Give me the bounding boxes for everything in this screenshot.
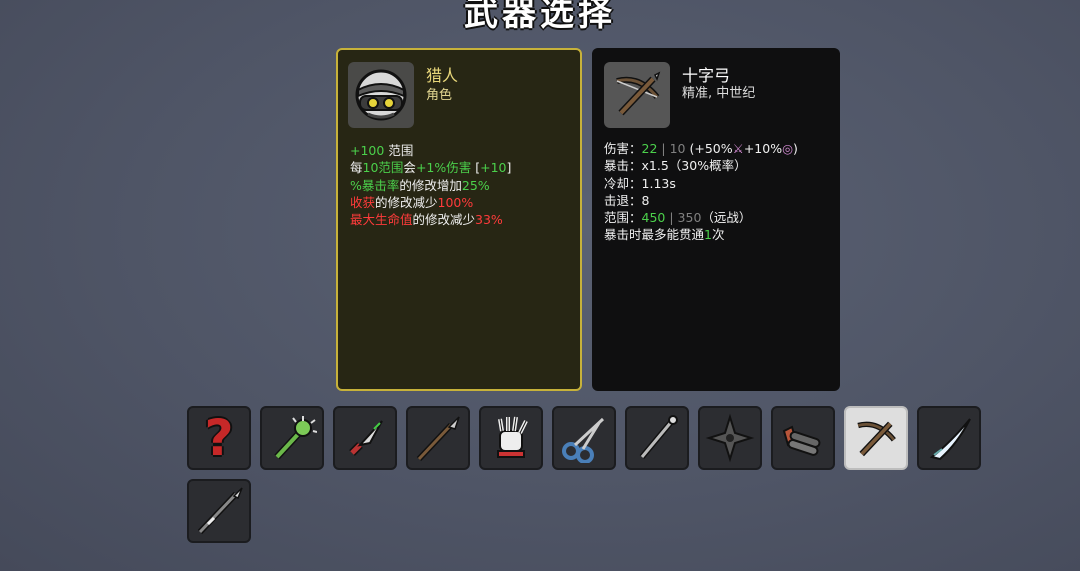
sniper-spear-icon bbox=[197, 487, 243, 535]
double-barrel-icon bbox=[782, 425, 821, 456]
weapon-slot-crossbow[interactable] bbox=[844, 406, 908, 470]
crossbow-icon bbox=[857, 421, 896, 457]
stat-keyword: 最大生命值 bbox=[350, 212, 413, 228]
stat-value: 25% bbox=[461, 177, 490, 193]
stat-keyword: 收获 bbox=[350, 194, 376, 210]
character-panel: 猎人 角色 +100 范围 每10范围会+1%伤害 [+10] %暴击率的修改增… bbox=[336, 48, 582, 391]
stat-text: 每 bbox=[350, 160, 363, 176]
weapon-slot-shuriken[interactable] bbox=[698, 406, 762, 470]
stat-line: 收获的修改减少100% bbox=[350, 194, 511, 211]
stat-line: +100 范围 bbox=[350, 142, 511, 159]
stat-value: +1%伤害 bbox=[415, 160, 472, 176]
stat-text: 的修改减少 bbox=[412, 212, 476, 228]
stat-text: ] bbox=[506, 160, 512, 176]
stat-pierce: 暴击时最多能贯通1次 bbox=[604, 226, 798, 243]
question-mark-icon: ? bbox=[204, 409, 234, 467]
stat-label: 击退： bbox=[604, 192, 642, 208]
stat-text: 会 bbox=[403, 160, 416, 176]
weapon-slot-scissors[interactable] bbox=[552, 406, 616, 470]
spear-icon bbox=[416, 416, 460, 462]
stat-text: 暴击时最多能贯通 bbox=[604, 227, 705, 243]
stat-range: 范围：450 | 350（远战） bbox=[604, 209, 798, 226]
stat-value: 1 bbox=[704, 227, 712, 243]
spiked-club-icon bbox=[274, 416, 317, 460]
character-portrait bbox=[348, 62, 414, 128]
claw-glove-icon bbox=[497, 416, 528, 458]
stat-label: 伤害： bbox=[604, 141, 642, 156]
stat-value: 1.13s bbox=[641, 175, 676, 191]
stat-label: 范围 bbox=[384, 143, 414, 158]
stat-value: 450 bbox=[641, 210, 666, 226]
weapon-slot-claw-glove[interactable] bbox=[479, 406, 543, 470]
stat-value: 22 bbox=[641, 141, 658, 156]
weapon-slot-knife[interactable] bbox=[333, 406, 397, 470]
stat-base: 350 bbox=[677, 210, 702, 226]
stat-line: 每10范围会+1%伤害 [+10] bbox=[350, 159, 511, 176]
stat-text: 的修改减少 bbox=[375, 194, 438, 210]
character-type: 角色 bbox=[426, 88, 453, 103]
stat-sep: | bbox=[657, 141, 670, 156]
weapon-slot-spear[interactable] bbox=[406, 406, 470, 470]
stat-text: 的修改增加 bbox=[399, 177, 462, 193]
weapon-panel: 十字弓 精准, 中世纪 伤害：22 | 10 (+50%⚔+10%◎) 暴击：x… bbox=[592, 48, 840, 391]
stat-value: 8 bbox=[641, 192, 650, 208]
stat-value: x1.5（30%概率） bbox=[641, 158, 747, 174]
stat-label: 冷却： bbox=[604, 175, 642, 191]
stat-base: 10 bbox=[669, 141, 686, 156]
stat-line: %暴击率的修改增加25% bbox=[350, 177, 511, 194]
weapon-slot-double-barrel[interactable] bbox=[771, 406, 835, 470]
weapon-type: 精准, 中世纪 bbox=[682, 86, 756, 101]
knife-icon bbox=[349, 420, 383, 456]
stat-bonus: (+50% bbox=[685, 141, 733, 156]
weapon-portrait bbox=[604, 62, 670, 128]
stat-value: 100% bbox=[437, 194, 474, 210]
stat-value: 33% bbox=[475, 212, 503, 228]
stat-label: 范围： bbox=[604, 210, 642, 226]
shuriken-icon bbox=[705, 413, 755, 463]
page-title: 武器选择 bbox=[464, 0, 616, 34]
stat-text: [ bbox=[471, 160, 481, 176]
stat-text: ) bbox=[793, 141, 798, 156]
stat-value: +10 bbox=[480, 160, 507, 176]
weapon-slot-sniper-spear[interactable] bbox=[187, 479, 251, 543]
stat-value: 10范围 bbox=[362, 160, 404, 176]
character-name: 猎人 bbox=[426, 66, 459, 85]
stat-crit: 暴击：x1.5（30%概率） bbox=[604, 157, 798, 174]
weapon-slot-random[interactable]: ? bbox=[187, 406, 251, 470]
stat-text: （远战） bbox=[701, 210, 752, 226]
crossbow-icon bbox=[616, 71, 661, 116]
stat-cooldown: 冷却：1.13s bbox=[604, 175, 798, 192]
weapon-slot-ice-fang[interactable] bbox=[917, 406, 981, 470]
stat-text: 次 bbox=[711, 227, 725, 243]
target-icon: ◎ bbox=[782, 141, 794, 156]
stat-knockback: 击退：8 bbox=[604, 192, 798, 209]
stat-line: 最大生命值的修改减少33% bbox=[350, 211, 511, 228]
stat-sep: | bbox=[665, 210, 678, 226]
scissors-icon bbox=[562, 417, 605, 463]
stat-value: +100 bbox=[350, 143, 385, 158]
weapon-stats: 伤害：22 | 10 (+50%⚔+10%◎) 暴击：x1.5（30%概率） 冷… bbox=[604, 140, 798, 244]
stat-bonus: +10% bbox=[743, 141, 783, 156]
sword-icon: ⚔ bbox=[732, 141, 744, 156]
stat-damage: 伤害：22 | 10 (+50%⚔+10%◎) bbox=[604, 140, 798, 157]
weapon-slot-rod[interactable] bbox=[625, 406, 689, 470]
stat-keyword: %暴击率 bbox=[350, 177, 400, 193]
ninja-hunter-icon bbox=[355, 69, 407, 121]
ice-fang-icon bbox=[929, 418, 971, 461]
stat-label: 暴击： bbox=[604, 158, 642, 174]
rod-icon bbox=[639, 415, 678, 459]
weapon-slot-spiked-club[interactable] bbox=[260, 406, 324, 470]
character-stats: +100 范围 每10范围会+1%伤害 [+10] %暴击率的修改增加25% 收… bbox=[350, 142, 511, 228]
